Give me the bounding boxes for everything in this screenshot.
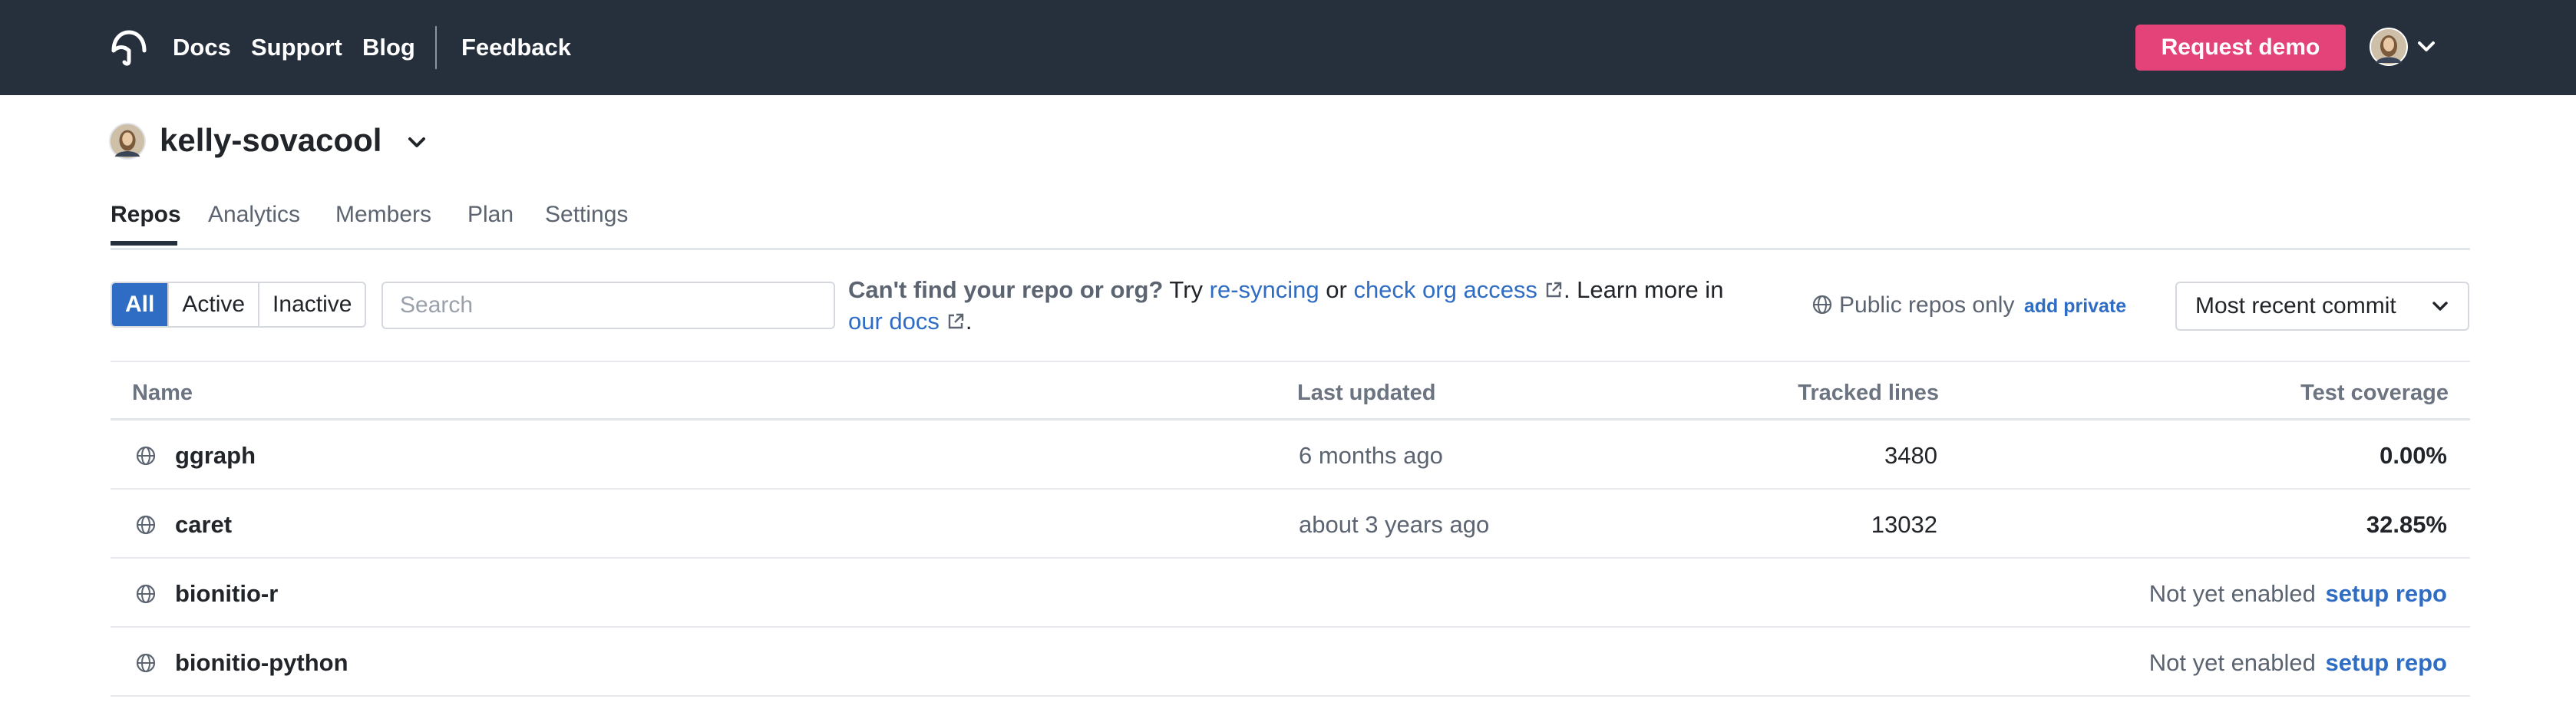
- table-header: Name Last updated Tracked lines Test cov…: [111, 361, 2470, 420]
- filter-inactive-button[interactable]: Inactive: [259, 283, 365, 326]
- not-enabled-label: Not yet enabled: [2148, 580, 2316, 607]
- top-nav-bar: Docs Support Blog Feedback Request demo: [0, 0, 2576, 95]
- tab-members[interactable]: Members: [335, 200, 431, 230]
- public-repos-label: Public repos only: [1839, 292, 2015, 318]
- chevron-down-icon[interactable]: [2415, 35, 2438, 58]
- setup-repo-link[interactable]: setup repo: [2326, 649, 2447, 676]
- nav-blog-link[interactable]: Blog: [362, 32, 415, 63]
- filter-active-button[interactable]: Active: [169, 283, 260, 326]
- filter-all-button[interactable]: All: [112, 283, 170, 326]
- external-link-icon: [1546, 282, 1562, 298]
- table-row[interactable]: caret about 3 years ago 13032 32.85%: [111, 490, 2470, 559]
- help-learn-more: . Learn more in: [1563, 276, 1724, 303]
- table-row[interactable]: bionitio-python Not yet enabled setup re…: [111, 628, 2470, 697]
- globe-icon: [136, 653, 156, 673]
- repos-table: Name Last updated Tracked lines Test cov…: [111, 361, 2470, 697]
- nav-feedback-link[interactable]: Feedback: [461, 32, 571, 63]
- last-updated-cell: about 3 years ago: [1299, 511, 1490, 538]
- external-link-icon: [948, 313, 964, 329]
- table-row[interactable]: bionitio-r Not yet enabled setup repo: [111, 559, 2470, 628]
- test-coverage-cell: 0.00%: [2379, 442, 2447, 469]
- search-input[interactable]: [381, 282, 835, 329]
- add-private-link[interactable]: add private: [2024, 295, 2126, 317]
- repo-name-link[interactable]: bionitio-r: [175, 579, 278, 609]
- org-avatar: [109, 123, 146, 160]
- setup-repo-link[interactable]: setup repo: [2326, 580, 2447, 607]
- help-question: Can't find your repo or org?: [848, 276, 1164, 303]
- repo-status-filter: All Active Inactive: [111, 282, 367, 328]
- tab-repos[interactable]: Repos: [111, 200, 181, 230]
- column-header-name[interactable]: Name: [132, 378, 193, 408]
- request-demo-button[interactable]: Request demo: [2135, 25, 2346, 71]
- column-header-tracked-lines[interactable]: Tracked lines: [1798, 378, 1939, 408]
- chevron-down-icon[interactable]: [404, 129, 430, 155]
- active-tab-indicator: [111, 241, 177, 246]
- tab-settings[interactable]: Settings: [545, 200, 628, 230]
- repo-name-link[interactable]: caret: [175, 509, 232, 540]
- column-header-test-coverage[interactable]: Test coverage: [2300, 378, 2449, 408]
- tab-analytics[interactable]: Analytics: [208, 200, 300, 230]
- chevron-down-icon: [2432, 302, 2448, 311]
- tracked-lines-cell: 3480: [1884, 442, 1937, 469]
- sort-selected-value: Most recent commit: [2195, 293, 2396, 318]
- sort-select[interactable]: Most recent commit: [2175, 282, 2469, 331]
- test-coverage-cell: Not yet enabled setup repo: [2149, 648, 2447, 678]
- check-org-access-link[interactable]: check org access: [1353, 276, 1537, 303]
- nav-docs-link[interactable]: Docs: [173, 32, 231, 63]
- globe-icon: [1812, 295, 1832, 315]
- test-coverage-cell: Not yet enabled setup repo: [2149, 579, 2447, 609]
- org-tabs: Repos Analytics Members Plan Settings: [111, 200, 2470, 250]
- last-updated-cell: 6 months ago: [1299, 442, 1443, 469]
- help-or: or: [1319, 276, 1354, 303]
- column-header-last-updated[interactable]: Last updated: [1297, 378, 1435, 408]
- org-name[interactable]: kelly-sovacool: [160, 119, 381, 162]
- help-try: Try: [1163, 276, 1210, 303]
- globe-icon: [136, 584, 156, 604]
- tracked-lines-cell: 13032: [1871, 511, 1937, 538]
- tab-plan[interactable]: Plan: [467, 200, 514, 230]
- table-row[interactable]: ggraph 6 months ago 3480 0.00%: [111, 420, 2470, 490]
- repo-help-text: Can't find your repo or org? Try re-sync…: [848, 274, 1754, 337]
- globe-icon: [136, 515, 156, 535]
- user-avatar[interactable]: [2370, 28, 2408, 66]
- test-coverage-cell: 32.85%: [2366, 511, 2447, 538]
- globe-icon: [136, 446, 156, 466]
- codecov-umbrella-icon[interactable]: [109, 28, 149, 68]
- not-enabled-label: Not yet enabled: [2148, 649, 2316, 676]
- nav-support-link[interactable]: Support: [251, 32, 342, 63]
- help-end: .: [965, 308, 973, 335]
- repo-name-link[interactable]: ggraph: [175, 440, 256, 471]
- nav-divider: [435, 26, 437, 69]
- resync-link[interactable]: re-syncing: [1210, 276, 1319, 303]
- public-repos-indicator: Public repos only add private: [1811, 290, 2126, 322]
- repo-name-link[interactable]: bionitio-python: [175, 648, 348, 678]
- docs-link[interactable]: our docs: [848, 308, 940, 335]
